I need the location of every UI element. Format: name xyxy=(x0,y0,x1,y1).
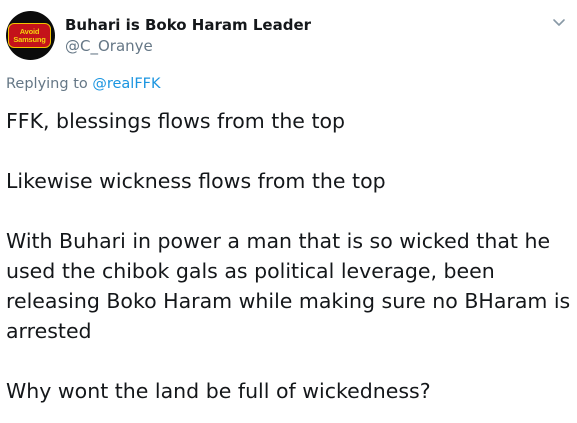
avatar-text-line-2: Samsung xyxy=(13,35,46,44)
chevron-down-icon[interactable] xyxy=(551,14,567,30)
tweet-paragraph-1: FFK, blessings flows from the top xyxy=(6,109,346,133)
avatar[interactable]: Avoid Samsung xyxy=(6,11,55,60)
replying-to-label: Replying to xyxy=(6,76,93,92)
replying-to: Replying to @realFFK xyxy=(6,76,161,92)
tweet-paragraph-4: Why wont the land be full of wickedness? xyxy=(6,379,431,403)
tweet-paragraph-2: Likewise wickness flows from the top xyxy=(6,169,386,193)
tweet: Avoid Samsung Buhari is Boko Haram Leade… xyxy=(0,0,577,423)
tweet-text: FFK, blessings flows from the top Likewi… xyxy=(6,106,572,406)
display-name[interactable]: Buhari is Boko Haram Leader xyxy=(65,16,311,34)
avatar-text-line-1: Avoid xyxy=(19,26,40,36)
reply-mention-link[interactable]: @realFFK xyxy=(92,76,160,92)
avatar-badge: Avoid Samsung xyxy=(8,23,51,48)
user-handle[interactable]: @C_Oranye xyxy=(65,37,153,55)
tweet-paragraph-3: With Buhari in power a man that is so wi… xyxy=(6,229,571,343)
